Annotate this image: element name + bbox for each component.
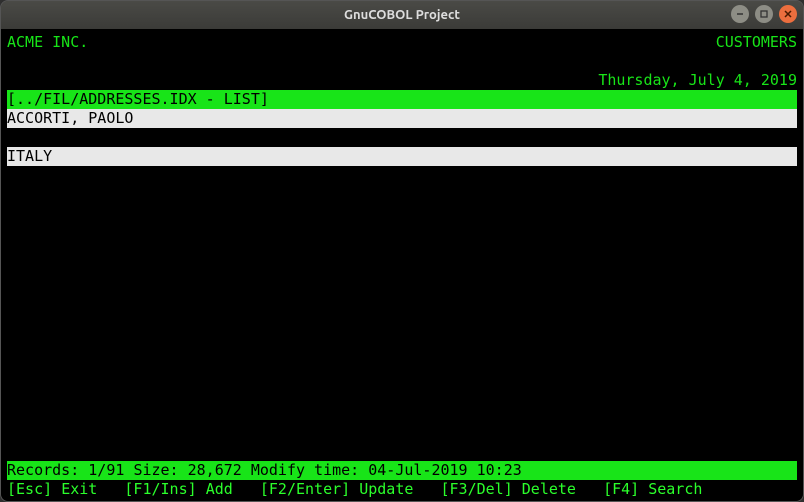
fkey-esc[interactable]: [Esc] Exit	[7, 480, 97, 498]
status-mtime-value: 04-Jul-2019 10:23	[368, 461, 522, 479]
close-button[interactable]	[779, 5, 797, 23]
terminal-body	[7, 166, 797, 461]
window-title: GnuCOBOL Project	[1, 8, 803, 22]
header-row: ACME INC. CUSTOMERS	[7, 33, 797, 52]
minimize-icon	[735, 9, 745, 19]
status-mtime-label: Modify time:	[251, 461, 359, 479]
record-country-field[interactable]: ITALY	[7, 147, 797, 166]
maximize-button[interactable]	[755, 5, 773, 23]
close-icon	[783, 9, 793, 19]
module-name: CUSTOMERS	[716, 33, 797, 52]
minimize-button[interactable]	[731, 5, 749, 23]
fkey-f3[interactable]: [F3/Del] Delete	[441, 480, 576, 498]
fkey-f1[interactable]: [F1/Ins] Add	[124, 480, 232, 498]
status-records-label: Records:	[7, 461, 79, 479]
terminal[interactable]: ACME INC. CUSTOMERS Thursday, July 4, 20…	[1, 29, 803, 501]
blank-row	[7, 128, 797, 147]
fkey-bar: [Esc] Exit [F1/Ins] Add [F2/Enter] Updat…	[7, 480, 797, 499]
status-bar: Records: 1/91 Size: 28,672 Modify time: …	[7, 461, 797, 480]
company-name: ACME INC.	[7, 33, 88, 52]
status-records-value: 1/91	[88, 461, 124, 479]
titlebar[interactable]: GnuCOBOL Project	[1, 1, 803, 29]
maximize-icon	[759, 9, 769, 19]
status-size-label: Size:	[133, 461, 178, 479]
window-controls	[731, 5, 797, 23]
date-row: Thursday, July 4, 2019	[7, 71, 797, 90]
record-name-field[interactable]: ACCORTI, PAOLO	[7, 109, 797, 128]
app-window: GnuCOBOL Project ACME INC. CUSTOMERS Thu…	[0, 0, 804, 502]
fkey-f2[interactable]: [F2/Enter] Update	[260, 480, 414, 498]
context-bar: [../FIL/ADDRESSES.IDX - LIST]	[7, 90, 797, 109]
status-size-value: 28,672	[188, 461, 242, 479]
blank-row	[7, 52, 797, 71]
fkey-f4[interactable]: [F4] Search	[603, 480, 702, 498]
